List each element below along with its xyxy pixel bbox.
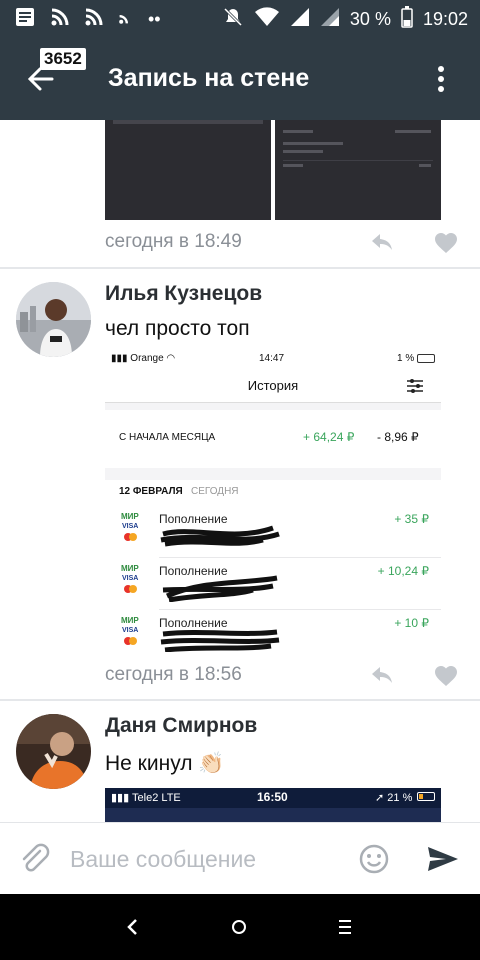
rss-small-icon	[118, 9, 134, 30]
dots-icon: ••	[148, 9, 161, 29]
screenshot-carrier: Orange	[130, 353, 164, 364]
comment-author[interactable]: Даня Смирнов	[105, 714, 257, 738]
redaction-scribble	[160, 525, 280, 547]
battery-percent: 30 %	[349, 9, 391, 29]
attached-screenshot-2[interactable]: ▮▮▮ Tele2 LTE 16:50 ➚ 21 %	[105, 788, 441, 822]
message-input[interactable]	[70, 841, 340, 877]
screenshot-summary: С НАЧАЛА МЕСЯЦА + 64,24 ₽ - 8,96 ₽	[105, 410, 441, 468]
send-icon[interactable]	[426, 845, 460, 873]
transaction-row: МИР VISA Пополнение + 10 ₽	[105, 610, 441, 652]
more-options-icon[interactable]	[438, 66, 444, 92]
filter-icon	[407, 379, 423, 398]
screenshot-transactions: 12 ФЕВРАЛЯ СЕГОДНЯ МИР VISA Пополнение + …	[105, 480, 441, 652]
mute-icon	[222, 6, 244, 33]
like-heart-icon[interactable]	[434, 665, 458, 692]
message-composer	[0, 822, 480, 894]
page-title: Запись на стене	[108, 64, 310, 92]
transaction-row: МИР VISA Пополнение + 35 ₽	[105, 506, 441, 558]
mir-visa-icon: МИР VISA	[121, 564, 139, 593]
emoji-smile-icon[interactable]	[358, 843, 390, 875]
screenshot2-network: LTE	[161, 792, 181, 804]
svg-text:МИР: МИР	[121, 564, 139, 573]
mir-visa-icon: МИР VISA	[121, 512, 139, 541]
signal-icon	[290, 7, 310, 32]
comments-feed[interactable]: сегодня в 18:49 Илья Кузнецов чел просто…	[0, 120, 480, 822]
rss-icon	[50, 7, 70, 32]
like-heart-icon[interactable]	[434, 232, 458, 259]
date-sub: СЕГОДНЯ	[191, 486, 239, 497]
avatar[interactable]	[16, 714, 91, 789]
transaction-row: МИР VISA Пополнение + 10,24 ₽	[105, 558, 441, 610]
svg-text:МИР: МИР	[121, 616, 139, 625]
rss-icon-2	[84, 7, 104, 32]
transaction-amount: + 35 ₽	[394, 512, 429, 526]
date-label: 12 ФЕВРАЛЯ	[119, 486, 183, 497]
comment-time: сегодня в 18:49	[105, 231, 242, 252]
nav-back-icon[interactable]	[126, 918, 140, 941]
screenshot-title: История	[247, 378, 299, 393]
redaction-scribble	[160, 629, 280, 652]
summary-in: + 64,24 ₽	[303, 430, 355, 444]
attached-image-1[interactable]	[105, 120, 271, 220]
svg-text:VISA: VISA	[122, 575, 138, 582]
clock: 19:02	[422, 9, 468, 29]
svg-text:VISA: VISA	[122, 523, 138, 530]
signal-icon-2	[320, 7, 340, 32]
attach-paperclip-icon[interactable]	[18, 843, 50, 875]
comment-author[interactable]: Илья Кузнецов	[105, 282, 262, 306]
redaction-scribble	[162, 575, 278, 602]
mir-visa-icon: МИР VISA	[121, 616, 139, 645]
unread-badge: 3652	[40, 48, 86, 70]
svg-text:МИР: МИР	[121, 512, 139, 521]
screenshot2-battery-icon	[417, 792, 435, 801]
transaction-amount: + 10,24 ₽	[377, 564, 429, 578]
screenshot2-time: 16:50	[257, 790, 288, 804]
screenshot-battery: 1 %	[397, 353, 415, 364]
comment-text: Не кинул 👏🏻	[105, 752, 225, 775]
battery-icon	[401, 6, 413, 33]
screenshot-time: 14:47	[259, 353, 285, 364]
summary-out: - 8,96 ₽	[377, 430, 419, 444]
app-bar: 3652 Запись на стене	[0, 36, 480, 120]
nav-recents-icon[interactable]	[338, 918, 352, 941]
comment-time: сегодня в 18:56	[105, 664, 242, 685]
notes-icon	[14, 6, 36, 33]
svg-text:VISA: VISA	[122, 627, 138, 634]
wifi-icon	[254, 7, 280, 32]
screenshot2-battery: 21 %	[387, 792, 413, 804]
comment-text: чел просто топ	[105, 317, 250, 340]
attached-image-2[interactable]	[275, 120, 441, 220]
screenshot-status-bar: ▮▮▮ Orange ◠ 14:47 1 %	[105, 348, 441, 370]
system-nav-bar	[0, 894, 480, 960]
summary-label: С НАЧАЛА МЕСЯЦА	[119, 432, 216, 443]
nav-home-icon[interactable]	[232, 920, 246, 934]
reply-icon[interactable]	[370, 232, 394, 257]
attached-screenshot[interactable]: ▮▮▮ Orange ◠ 14:47 1 % История С НАЧАЛА …	[105, 348, 441, 652]
comment-divider	[0, 267, 480, 269]
comment-divider	[0, 699, 480, 701]
screenshot2-carrier: Tele2	[132, 792, 159, 804]
screenshot-nav: История	[105, 370, 441, 402]
transaction-amount: + 10 ₽	[394, 616, 429, 630]
avatar[interactable]	[16, 282, 91, 357]
screenshot-battery-icon	[417, 354, 435, 363]
status-bar: •• 30 % 19:02	[0, 0, 480, 36]
reply-icon[interactable]	[370, 665, 394, 690]
